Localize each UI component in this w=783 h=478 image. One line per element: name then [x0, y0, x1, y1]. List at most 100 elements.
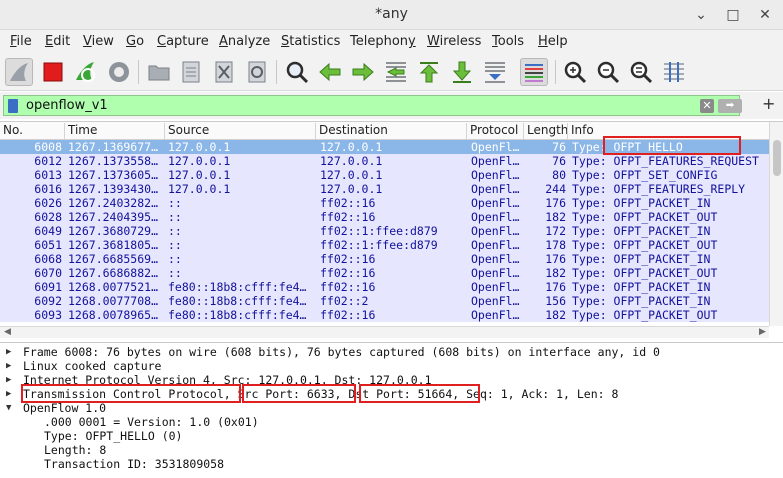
cell-no: 6049 [34, 224, 62, 238]
packet-row[interactable]: 6092 1268.0077708… fe80::18b8:cfff:fe4… ff0… [0, 294, 769, 308]
packet-row[interactable]: 6093 1268.0078965… fe80::18b8:cfff:fe4… ff0… [0, 308, 769, 322]
restart-capture-icon[interactable] [72, 58, 100, 86]
cell-length: 178 [545, 238, 566, 252]
scrollbar-thumb[interactable] [773, 140, 781, 176]
bookmark-icon[interactable] [8, 99, 18, 113]
column-header-source[interactable]: Source [165, 123, 316, 139]
cell-length: 244 [545, 182, 566, 196]
menu-tools[interactable]: Tools [492, 34, 524, 49]
reload-file-icon[interactable] [243, 58, 271, 86]
menu-statistics[interactable]: Statistics [281, 34, 340, 49]
packet-row[interactable]: 6070 1267.6686882…:: ff02::16 OpenFl… 182 Typ… [0, 266, 769, 280]
cell-source: 127.0.0.1 [168, 154, 231, 168]
detail-openflow-type[interactable]: Type: OFPT_HELLO (0) [0, 429, 783, 443]
detail-ipv4[interactable]: ▶ Internet Protocol Version 4, Src: 127.0… [0, 373, 783, 387]
menu-analyze[interactable]: Analyze [219, 34, 270, 49]
clear-filter-icon[interactable]: ✕ [700, 99, 714, 113]
cell-destination: ff02::1:ffee:d879 [320, 238, 438, 252]
zoom-out-icon[interactable] [594, 58, 622, 86]
close-button[interactable]: ✕ [754, 4, 776, 26]
packet-row[interactable]: 6049 1267.3680729…:: ff02::1:ffee:d879 Open… [0, 224, 769, 238]
column-header-time[interactable]: Time [65, 123, 165, 139]
cell-info: Type: OFPT_PACKET_OUT [572, 266, 718, 280]
menu-edit[interactable]: Edit [45, 34, 70, 49]
expand-icon[interactable]: ▶ [6, 345, 11, 359]
detail-linux-cooked[interactable]: ▶ Linux cooked capture [0, 359, 783, 373]
maximize-button[interactable]: □ [722, 4, 744, 26]
zoom-in-icon[interactable] [561, 58, 589, 86]
expand-icon[interactable]: ▶ [6, 359, 11, 373]
column-header-protocol[interactable]: Protocol [467, 123, 524, 139]
menu-help[interactable]: Help [538, 34, 568, 49]
add-filter-button[interactable]: + [762, 94, 775, 113]
menu-view[interactable]: View [83, 34, 114, 49]
go-forward-icon[interactable] [349, 58, 377, 86]
packet-row[interactable]: 6012 1267.1373558… 127.0.0.1 127.0.0.1 OpenF… [0, 154, 769, 168]
detail-openflow-version[interactable]: .000 0001 = Version: 1.0 (0x01) [0, 415, 783, 429]
cell-protocol: OpenFl… [471, 140, 520, 154]
cell-no: 6070 [34, 266, 62, 280]
apply-filter-icon[interactable]: ➡ [718, 99, 742, 113]
packet-list-vertical-scrollbar[interactable] [769, 122, 783, 326]
detail-openflow-length[interactable]: Length: 8 [0, 443, 783, 457]
zoom-normal-icon[interactable] [627, 58, 655, 86]
menu-file[interactable]: File [10, 34, 32, 49]
stop-capture-icon[interactable] [39, 58, 67, 86]
collapse-icon[interactable]: ▼ [6, 401, 11, 415]
cell-source: fe80::18b8:cfff:fe4… [168, 294, 307, 308]
packet-row[interactable]: 6051 1267.3681805…:: ff02::1:ffee:d879 Open… [0, 238, 769, 252]
save-file-icon[interactable] [177, 58, 205, 86]
go-first-icon[interactable] [415, 58, 443, 86]
packet-row[interactable]: 6008 1267.1369677… 127.0.0.1 127.0.0.1 OpenF… [0, 140, 769, 154]
open-file-icon[interactable] [145, 58, 173, 86]
detail-tcp[interactable]: ▶ Transmission Control Protocol, Src Port… [0, 387, 783, 401]
menu-wireless[interactable]: Wireless [427, 34, 481, 49]
packet-list-horizontal-scrollbar[interactable]: ◀ ▶ [0, 326, 769, 338]
resize-columns-icon[interactable] [660, 58, 688, 86]
scroll-left-icon[interactable]: ◀ [4, 327, 11, 337]
column-header-no[interactable]: No. [0, 123, 65, 139]
cell-no: 6051 [34, 238, 62, 252]
cell-info: Type: OFPT_PACKET_IN [572, 196, 711, 210]
cell-destination: 127.0.0.1 [320, 140, 383, 154]
shark-fin-icon[interactable] [5, 58, 33, 86]
cell-source: 127.0.0.1 [168, 168, 231, 182]
cell-no: 6016 [34, 182, 62, 196]
column-header-length[interactable]: Length [524, 123, 568, 139]
expand-icon[interactable]: ▶ [6, 373, 11, 387]
colorize-icon[interactable] [520, 58, 548, 86]
scroll-right-icon[interactable]: ▶ [759, 327, 766, 337]
find-packet-icon[interactable] [283, 58, 311, 86]
cell-source: :: [168, 196, 182, 210]
menu-telephony[interactable]: Telephony [350, 34, 416, 49]
packet-row[interactable]: 6026 1267.2403282…:: ff02::16 OpenFl… 176 Typ… [0, 196, 769, 210]
minimize-button[interactable]: ⌄ [690, 4, 712, 26]
menu-capture[interactable]: Capture [157, 34, 209, 49]
go-to-packet-icon[interactable] [382, 58, 410, 86]
display-filter-text[interactable]: openflow_v1 [26, 98, 108, 113]
expand-icon[interactable]: ▶ [6, 387, 11, 401]
packet-row[interactable]: 6091 1268.0077521… fe80::18b8:cfff:fe4… ff0… [0, 280, 769, 294]
display-filter-bar: openflow_v1 ✕ ➡ + [0, 92, 783, 119]
cell-time: 1267.3681805… [68, 238, 159, 252]
cell-source: :: [168, 210, 182, 224]
close-file-icon[interactable] [210, 58, 238, 86]
menu-go[interactable]: Go [126, 34, 144, 49]
packet-row[interactable]: 6013 1267.1373605… 127.0.0.1 127.0.0.1 OpenF… [0, 168, 769, 182]
capture-options-icon[interactable] [105, 58, 133, 86]
display-filter-input[interactable]: openflow_v1 ✕ ➡ [3, 95, 742, 116]
go-last-icon[interactable] [448, 58, 476, 86]
column-header-info[interactable]: Info [568, 123, 769, 139]
cell-source: :: [168, 252, 182, 266]
packet-row[interactable]: 6068 1267.6685569…:: ff02::16 OpenFl… 176 Typ… [0, 252, 769, 266]
packet-row[interactable]: 6016 1267.1393430… 127.0.0.1 127.0.0.1 OpenF… [0, 182, 769, 196]
packet-row[interactable]: 6028 1267.2404395…:: ff02::16 OpenFl… 182 Typ… [0, 210, 769, 224]
detail-frame[interactable]: ▶ Frame 6008: 76 bytes on wire (608 bits)… [0, 345, 783, 359]
detail-openflow-xid[interactable]: Transaction ID: 3531809058 [0, 457, 783, 471]
go-back-icon[interactable] [316, 58, 344, 86]
cell-length: 176 [545, 252, 566, 266]
detail-openflow[interactable]: ▼ OpenFlow 1.0 [0, 401, 783, 415]
autoscroll-icon[interactable] [481, 58, 509, 86]
cell-time: 1267.2404395… [68, 210, 159, 224]
column-header-destination[interactable]: Destination [316, 123, 467, 139]
